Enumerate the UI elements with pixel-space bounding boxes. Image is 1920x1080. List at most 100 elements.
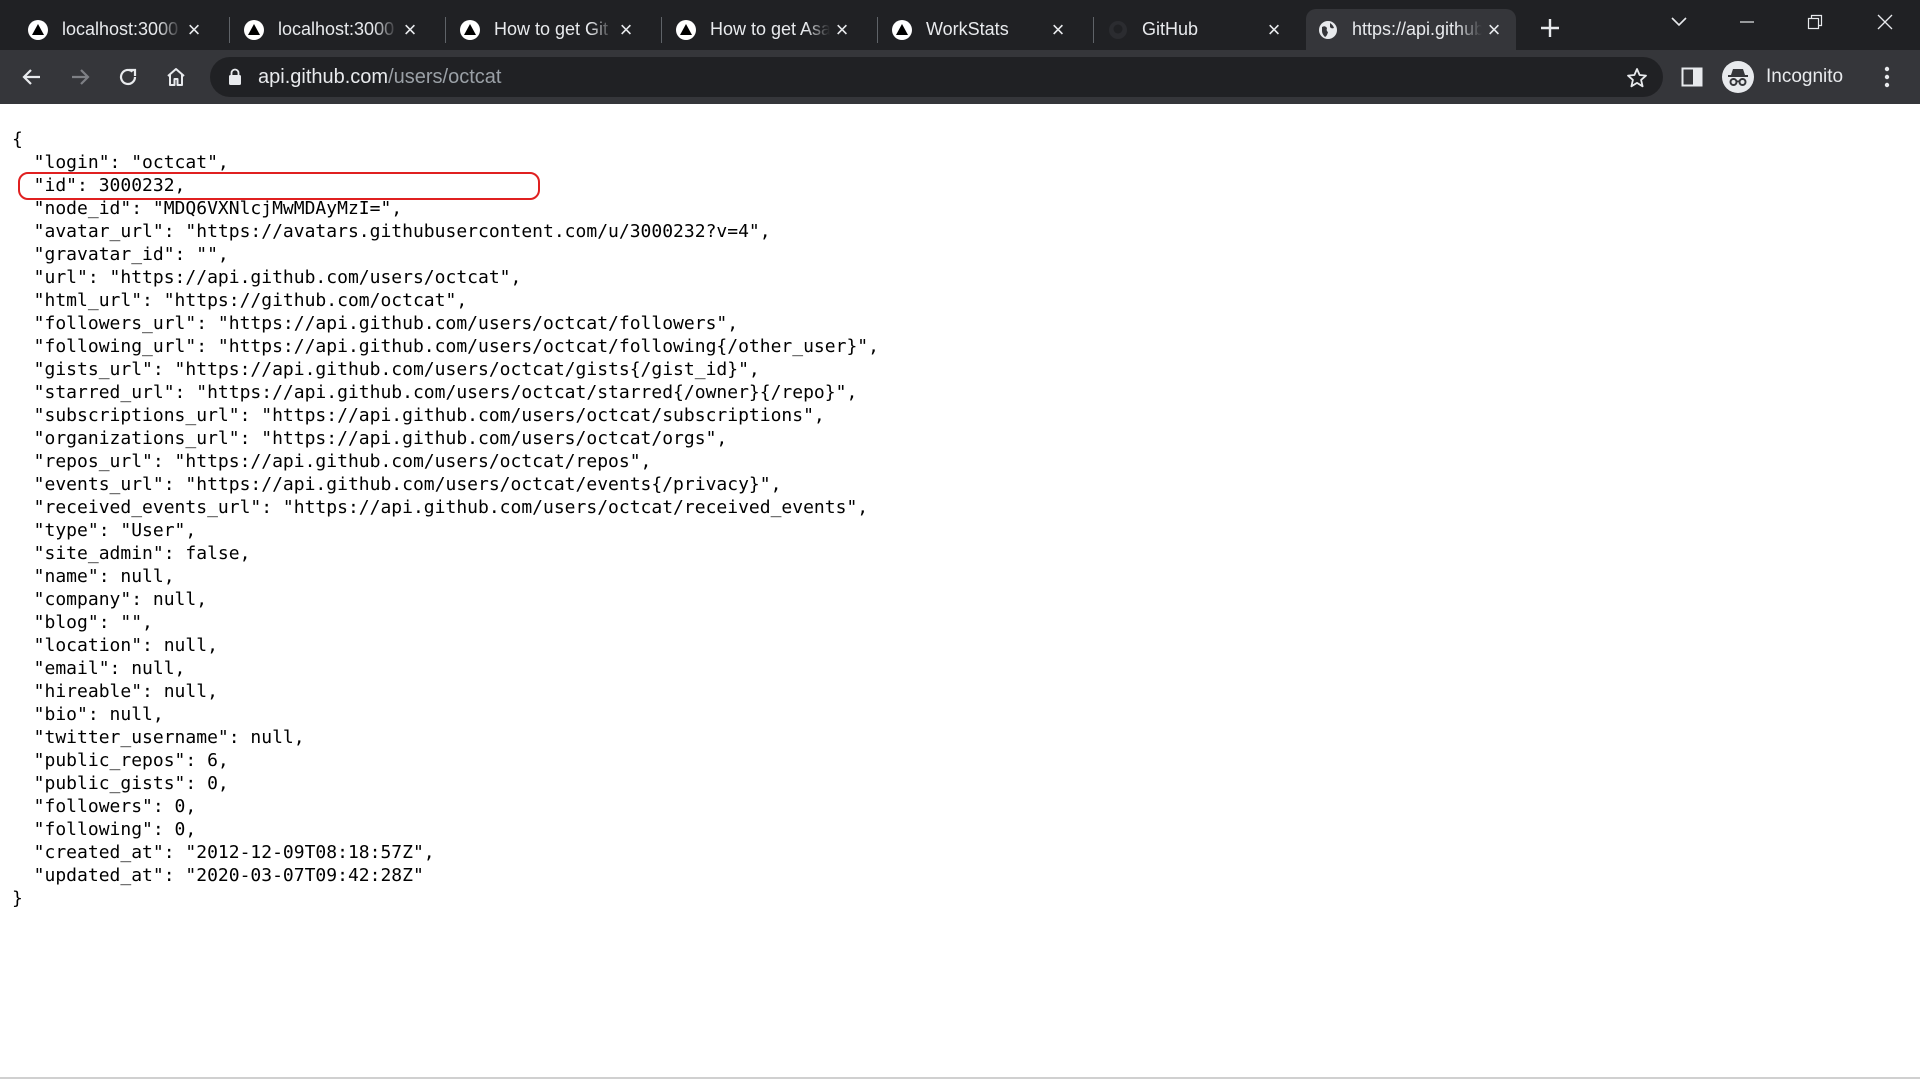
tab-title: https://api.github — [1352, 19, 1482, 39]
tab-title: localhost:3000 — [62, 19, 179, 39]
address-url[interactable]: api.github.com/users/octcat — [258, 66, 501, 89]
reload-button[interactable] — [110, 59, 146, 95]
bookmark-star-icon[interactable] — [1625, 66, 1649, 90]
tab-title: How to get Git — [494, 19, 609, 39]
triangle-logo-icon — [460, 19, 480, 40]
globe-icon — [1318, 20, 1338, 40]
json-line-company: "company": null, — [12, 589, 208, 610]
close-icon[interactable]: × — [398, 17, 422, 42]
tab-title: localhost:3000 — [278, 19, 395, 39]
forward-button[interactable] — [62, 59, 98, 95]
incognito-label: Incognito — [1766, 66, 1844, 87]
address-bar[interactable]: api.github.com/users/octcat — [210, 57, 1663, 97]
json-line-html-url: "html_url": "https://github.com/octcat", — [12, 290, 468, 311]
back-button[interactable] — [14, 59, 50, 95]
close-icon[interactable]: × — [614, 17, 638, 42]
tab-separator — [229, 17, 230, 43]
tab-title: How to get Asa — [710, 19, 830, 39]
arrow-right-icon — [72, 69, 90, 85]
tab-workstats[interactable]: WorkStats × — [880, 9, 1080, 50]
json-line-url: "url": "https://api.github.com/users/oct… — [12, 267, 522, 288]
plus-icon — [1541, 19, 1559, 37]
close-icon[interactable]: × — [830, 17, 854, 42]
github-logo-icon — [1108, 20, 1128, 40]
home-button[interactable] — [158, 59, 194, 95]
tab-how-to-get-git[interactable]: How to get Git × — [448, 9, 648, 50]
json-line-repos-url: "repos_url": "https://api.github.com/use… — [12, 451, 652, 472]
tab-localhost-1[interactable]: localhost:3000 × — [16, 9, 216, 50]
chevron-down-icon — [1671, 17, 1687, 27]
json-line-subscriptions-url: "subscriptions_url": "https://api.github… — [12, 405, 825, 426]
reload-icon — [119, 68, 137, 86]
close-icon[interactable]: × — [1262, 17, 1286, 42]
tab-how-to-get-asa[interactable]: How to get Asa × — [664, 9, 864, 50]
json-line-starred-url: "starred_url": "https://api.github.com/u… — [12, 382, 858, 403]
browser-toolbar: api.github.com/users/octcat Incognito — [0, 50, 1920, 104]
json-open-brace: { — [12, 129, 23, 150]
json-line-followers: "followers": 0, — [12, 796, 197, 817]
json-line-public-repos: "public_repos": 6, — [12, 750, 229, 771]
incognito-profile-button[interactable]: Incognito — [1718, 58, 1860, 96]
json-line-gists-url: "gists_url": "https://api.github.com/use… — [12, 359, 760, 380]
tab-separator — [661, 17, 662, 43]
restore-button[interactable] — [1782, 0, 1848, 44]
tab-api-github-active[interactable]: https://api.github × — [1306, 9, 1516, 50]
side-panel-button[interactable] — [1678, 63, 1706, 91]
side-panel-icon — [1681, 67, 1703, 87]
tab-search-button[interactable] — [1646, 0, 1712, 44]
json-line-hireable: "hireable": null, — [12, 681, 218, 702]
json-viewer: { "login": "octcat", "id": 3000232, "nod… — [12, 128, 879, 910]
triangle-logo-icon — [676, 19, 696, 40]
close-icon[interactable]: × — [1046, 17, 1070, 42]
json-line-bio: "bio": null, — [12, 704, 164, 725]
lock-icon[interactable] — [226, 68, 244, 86]
close-window-button[interactable] — [1852, 0, 1918, 44]
minimize-icon — [1740, 21, 1754, 23]
triangle-logo-icon — [28, 19, 48, 40]
triangle-logo-icon — [892, 19, 912, 40]
tab-title: GitHub — [1142, 19, 1199, 39]
url-host: api.github.com — [258, 65, 389, 88]
tab-localhost-2[interactable]: localhost:3000 × — [232, 9, 432, 50]
json-line-gravatar-id: "gravatar_id": "", — [12, 244, 229, 265]
tab-strip: localhost:3000 × localhost:3000 × How to… — [0, 0, 1920, 50]
triangle-logo-icon — [244, 19, 264, 40]
incognito-icon — [1722, 61, 1754, 93]
json-line-organizations-url: "organizations_url": "https://api.github… — [12, 428, 728, 449]
new-tab-button[interactable] — [1534, 12, 1566, 44]
restore-icon — [1807, 14, 1823, 30]
json-line-id: "id": 3000232, — [12, 175, 186, 196]
json-line-created-at: "created_at": "2012-12-09T08:18:57Z", — [12, 842, 435, 863]
json-line-name: "name": null, — [12, 566, 175, 587]
minimize-button[interactable] — [1714, 0, 1780, 44]
page-bottom-divider — [0, 1077, 1920, 1079]
json-line-login: "login": "octcat", — [12, 152, 229, 173]
json-line-node-id: "node_id": "MDQ6VXNlcjMwMDAyMzI=", — [12, 198, 403, 219]
close-icon — [1877, 14, 1893, 30]
json-line-updated-at: "updated_at": "2020-03-07T09:42:28Z" — [12, 865, 424, 886]
json-line-avatar-url: "avatar_url": "https://avatars.githubuse… — [12, 221, 771, 242]
kebab-menu-icon — [1884, 66, 1890, 88]
json-line-events-url: "events_url": "https://api.github.com/us… — [12, 474, 782, 495]
browser-menu-button[interactable] — [1872, 62, 1902, 92]
close-icon[interactable]: × — [1482, 17, 1506, 42]
arrow-left-icon — [22, 69, 40, 85]
tab-github[interactable]: GitHub × — [1096, 9, 1296, 50]
page-content: { "login": "octcat", "id": 3000232, "nod… — [0, 104, 1920, 1080]
json-line-public-gists: "public_gists": 0, — [12, 773, 229, 794]
json-line-site-admin: "site_admin": false, — [12, 543, 251, 564]
tab-title: WorkStats — [926, 19, 1009, 39]
json-line-location: "location": null, — [12, 635, 218, 656]
tab-separator — [1093, 17, 1094, 43]
json-line-followers-url: "followers_url": "https://api.github.com… — [12, 313, 739, 334]
json-line-email: "email": null, — [12, 658, 186, 679]
close-icon[interactable]: × — [182, 17, 206, 42]
json-line-blog: "blog": "", — [12, 612, 153, 633]
json-line-following-url: "following_url": "https://api.github.com… — [12, 336, 879, 357]
json-line-type: "type": "User", — [12, 520, 197, 541]
home-icon — [167, 68, 185, 86]
json-close-brace: } — [12, 888, 23, 909]
tab-separator — [877, 17, 878, 43]
json-line-twitter-username: "twitter_username": null, — [12, 727, 305, 748]
json-line-received-events-url: "received_events_url": "https://api.gith… — [12, 497, 869, 518]
